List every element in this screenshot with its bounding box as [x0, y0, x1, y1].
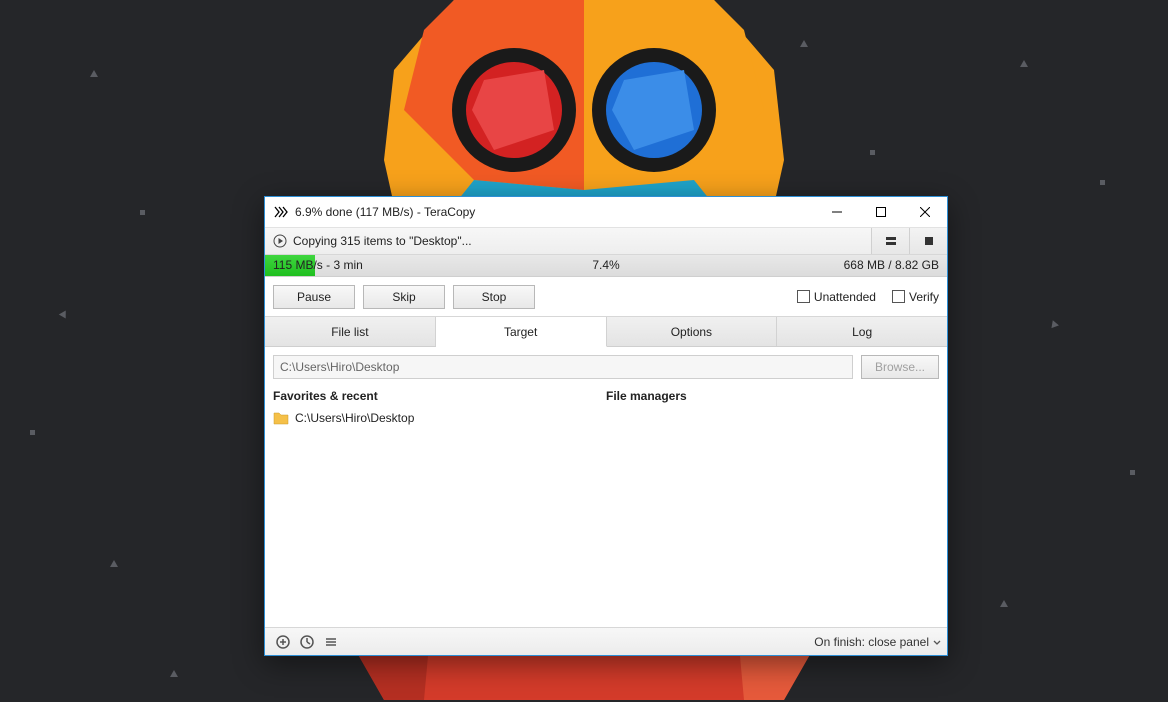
action-row: Pause Skip Stop Unattended Verify — [265, 277, 947, 317]
stop-button[interactable]: Stop — [453, 285, 535, 309]
chevron-down-icon — [933, 635, 941, 649]
app-icon — [273, 206, 289, 218]
close-button[interactable] — [903, 197, 947, 227]
expand-button[interactable] — [871, 228, 909, 254]
progress-speed-eta: 115 MB/s - 3 min — [273, 258, 363, 272]
on-finish-dropdown[interactable]: On finish: close panel — [814, 635, 941, 649]
folder-icon — [273, 411, 289, 425]
checkbox-icon — [892, 290, 905, 303]
bottom-bar: On finish: close panel — [265, 627, 947, 655]
target-path-input[interactable]: C:\Users\Hiro\Desktop — [273, 355, 853, 379]
play-icon — [273, 234, 287, 248]
tab-bar: File list Target Options Log — [265, 317, 947, 347]
on-finish-label: On finish: close panel — [814, 635, 929, 649]
teracopy-window: 6.9% done (117 MB/s) - TeraCopy Copying … — [264, 196, 948, 656]
favorite-item[interactable]: C:\Users\Hiro\Desktop — [273, 409, 606, 427]
status-row: Copying 315 items to "Desktop"... — [265, 227, 947, 255]
skip-button[interactable]: Skip — [363, 285, 445, 309]
checkbox-icon — [797, 290, 810, 303]
tab-target[interactable]: Target — [436, 317, 607, 347]
verify-label: Verify — [909, 290, 939, 304]
favorite-path: C:\Users\Hiro\Desktop — [295, 411, 414, 425]
add-button[interactable] — [271, 631, 295, 653]
favorites-column: Favorites & recent C:\Users\Hiro\Desktop — [273, 389, 606, 619]
pause-button[interactable]: Pause — [273, 285, 355, 309]
stop-icon-button[interactable] — [909, 228, 947, 254]
tab-options[interactable]: Options — [607, 317, 778, 346]
progress-bar: 115 MB/s - 3 min 7.4% 668 MB / 8.82 GB — [265, 255, 947, 277]
progress-bytes: 668 MB / 8.82 GB — [844, 258, 939, 272]
target-panel: C:\Users\Hiro\Desktop Browse... Favorite… — [265, 347, 947, 627]
status-text: Copying 315 items to "Desktop"... — [293, 234, 472, 248]
unattended-checkbox[interactable]: Unattended — [797, 290, 876, 304]
minimize-button[interactable] — [815, 197, 859, 227]
filemanagers-heading: File managers — [606, 389, 939, 403]
tab-log[interactable]: Log — [777, 317, 947, 346]
tab-file-list[interactable]: File list — [265, 317, 436, 346]
titlebar[interactable]: 6.9% done (117 MB/s) - TeraCopy — [265, 197, 947, 227]
maximize-button[interactable] — [859, 197, 903, 227]
verify-checkbox[interactable]: Verify — [892, 290, 939, 304]
progress-percent: 7.4% — [592, 258, 619, 272]
history-button[interactable] — [295, 631, 319, 653]
filemanagers-column: File managers — [606, 389, 939, 619]
window-title: 6.9% done (117 MB/s) - TeraCopy — [295, 205, 475, 219]
favorites-heading: Favorites & recent — [273, 389, 606, 403]
browse-button[interactable]: Browse... — [861, 355, 939, 379]
menu-button[interactable] — [319, 631, 343, 653]
unattended-label: Unattended — [814, 290, 876, 304]
